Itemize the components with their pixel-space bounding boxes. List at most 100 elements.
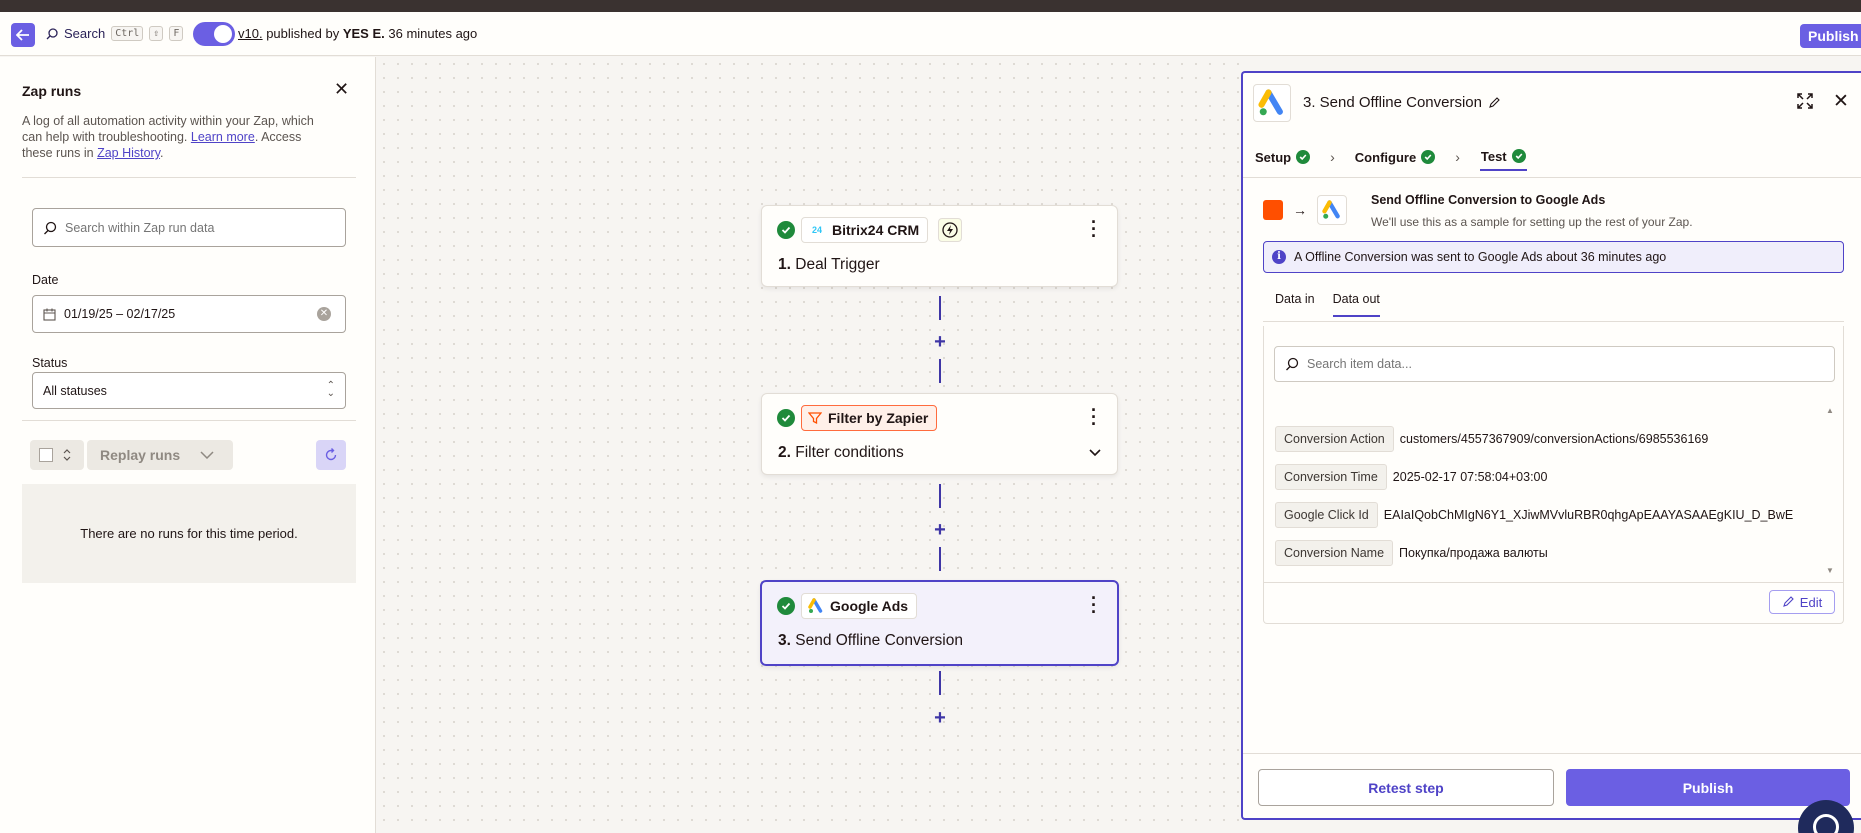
more-vertical-icon[interactable]: · · · xyxy=(1091,213,1097,245)
zap-runs-panel: Zap runs ✕ A log of all automation activ… xyxy=(0,57,376,833)
field-key[interactable]: Conversion Action xyxy=(1275,426,1394,452)
chevron-up-down-icon xyxy=(63,449,71,461)
shortcut-key-f: F xyxy=(169,26,184,41)
connector-line xyxy=(939,671,941,695)
tab-label: Configure xyxy=(1354,149,1417,165)
replay-runs-button[interactable]: Replay runs xyxy=(87,440,233,470)
zap-history-link[interactable]: Zap History xyxy=(97,146,160,160)
published-time: 36 minutes ago xyxy=(388,26,478,41)
connector-line xyxy=(939,296,941,320)
tab-test[interactable]: Test xyxy=(1479,143,1527,171)
back-button[interactable] xyxy=(11,23,35,47)
step-name: Filter conditions xyxy=(795,444,904,461)
tab-label: Test xyxy=(1480,148,1507,164)
clear-icon[interactable]: ✕ xyxy=(317,307,331,321)
select-all-runs[interactable] xyxy=(30,440,84,470)
tab-setup[interactable]: Setup xyxy=(1255,143,1311,171)
search-icon xyxy=(1286,357,1299,371)
panel-title: 3. Send Offline Conversion xyxy=(1303,94,1500,111)
check-circle-icon xyxy=(1421,150,1436,164)
chevron-down-icon[interactable] xyxy=(1089,444,1101,460)
browser-top-strip xyxy=(0,0,1861,12)
status-select[interactable]: All statuses ⌃ ⌄ xyxy=(32,372,346,409)
field-value: 2025-02-17 07:58:04+03:00 xyxy=(1392,470,1548,484)
trigger-bolt-icon xyxy=(938,218,962,242)
refresh-button[interactable] xyxy=(316,440,346,470)
divider xyxy=(1264,582,1843,583)
author-name: YES E. xyxy=(342,26,385,41)
field-key[interactable]: Google Click Id xyxy=(1275,502,1378,528)
app-chip: Google Ads xyxy=(801,593,918,619)
tab-label: Setup xyxy=(1255,149,1292,165)
tab-data-out[interactable]: Data out xyxy=(1332,292,1380,317)
date-range-field[interactable]: 01/19/25 – 02/17/25 ✕ xyxy=(32,295,346,333)
data-field-row: Conversion Time 2025-02-17 07:58:04+03:0… xyxy=(1275,464,1547,490)
search-label: Search xyxy=(64,26,106,41)
item-data-search-input[interactable] xyxy=(1307,357,1807,371)
step-title: 3. Send Offline Conversion xyxy=(778,632,963,650)
more-vertical-icon[interactable]: · · · xyxy=(1091,401,1097,433)
retest-step-button[interactable]: Retest step xyxy=(1258,769,1554,806)
app-chip: Filter by Zapier xyxy=(801,405,938,431)
search-trigger[interactable]: Search Ctrl ⇧ F xyxy=(46,26,184,41)
learn-more-link[interactable]: Learn more xyxy=(191,130,255,144)
zap-canvas[interactable]: 24 Bitrix24 CRM · · · 1. Deal Trigger + Fi… xyxy=(377,57,1241,833)
scroll-down-icon[interactable]: ▼ xyxy=(1826,566,1834,575)
pencil-icon[interactable] xyxy=(1488,96,1500,109)
step-node-1[interactable]: 24 Bitrix24 CRM · · · 1. Deal Trigger xyxy=(761,205,1118,287)
field-key[interactable]: Conversion Time xyxy=(1275,464,1387,490)
divider xyxy=(1263,321,1844,322)
edit-button[interactable]: Edit xyxy=(1769,590,1835,614)
search-icon xyxy=(44,221,57,234)
run-search-field[interactable] xyxy=(32,208,346,247)
data-tabs: Data in Data out xyxy=(1275,292,1380,317)
chevron-up-down-icon: ⌃ ⌄ xyxy=(326,380,335,399)
google-ads-logo-icon xyxy=(1317,195,1347,225)
add-step-icon[interactable]: + xyxy=(930,708,950,728)
data-out-box: Conversion Action customers/4557367909/c… xyxy=(1263,326,1844,624)
run-search-input[interactable] xyxy=(65,220,325,235)
more-vertical-icon[interactable]: · · · xyxy=(1091,589,1097,621)
check-icon xyxy=(777,597,795,615)
bitrix24-logo-icon: 24 xyxy=(811,225,822,235)
tab-configure[interactable]: Configure xyxy=(1354,143,1436,171)
flow-icons: → xyxy=(1263,195,1347,225)
empty-runs-message: There are no runs for this time period. xyxy=(22,484,356,583)
version-link[interactable]: v10. xyxy=(238,26,263,41)
zap-on-toggle[interactable] xyxy=(193,22,235,46)
add-step-icon[interactable]: + xyxy=(930,332,950,352)
pencil-icon xyxy=(1782,596,1794,607)
shortcut-key-shift: ⇧ xyxy=(149,26,164,41)
step-node-2[interactable]: Filter by Zapier · · · 2. Filter condition… xyxy=(761,393,1118,475)
select-all-checkbox[interactable] xyxy=(39,448,53,462)
step-tabs: Setup › Configure › Test xyxy=(1255,143,1527,171)
info-message: A Offline Conversion was sent to Google … xyxy=(1294,250,1667,264)
publish-button[interactable]: Publish xyxy=(1566,769,1850,806)
editor-header: Search Ctrl ⇧ F v10. published by YES E.… xyxy=(0,12,1861,56)
google-ads-logo-icon xyxy=(808,598,823,613)
header-publish-button[interactable]: Publish xyxy=(1800,24,1861,48)
close-icon[interactable]: ✕ xyxy=(1833,90,1849,113)
divider xyxy=(1243,177,1861,178)
version-info: v10. published by YES E. 36 minutes ago xyxy=(238,26,477,41)
data-scrollbar[interactable]: ▲ ▼ xyxy=(1826,406,1836,577)
add-step-icon[interactable]: + xyxy=(930,520,950,540)
app-name: Google Ads xyxy=(830,598,909,614)
connector-line xyxy=(939,484,941,508)
expand-icon[interactable] xyxy=(1796,92,1814,115)
status-value: All statuses xyxy=(43,383,107,398)
close-icon[interactable]: ✕ xyxy=(334,79,349,100)
check-icon xyxy=(777,409,795,427)
scroll-up-icon[interactable]: ▲ xyxy=(1826,406,1834,415)
step-number: 2. xyxy=(778,444,791,461)
divider xyxy=(22,177,356,178)
data-field-row: Conversion Action customers/4557367909/c… xyxy=(1275,426,1708,452)
arrow-right-icon: → xyxy=(1293,202,1307,218)
date-range-value: 01/19/25 – 02/17/25 xyxy=(64,307,176,321)
item-data-search-field[interactable] xyxy=(1274,346,1835,382)
connector-line xyxy=(939,359,941,383)
replay-runs-label: Replay runs xyxy=(100,447,181,463)
field-key[interactable]: Conversion Name xyxy=(1275,540,1394,566)
tab-data-in[interactable]: Data in xyxy=(1275,292,1315,317)
step-node-3[interactable]: Google Ads · · · 3. Send Offline Conversio… xyxy=(760,580,1119,666)
